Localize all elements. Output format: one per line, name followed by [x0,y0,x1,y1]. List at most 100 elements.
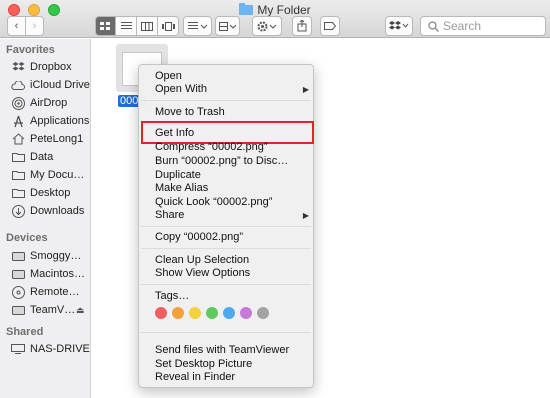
menu-item-clean-up-selection[interactable]: Clean Up Selection [155,254,249,267]
disc-icon [11,285,25,299]
sidebar-item-remote-disc[interactable]: Remote… [11,284,80,300]
menu-item-copy[interactable]: Copy “00002.png” [155,231,243,244]
eject-icon[interactable]: ⏏ [76,305,85,316]
dropbox-icon [389,21,409,30]
sidebar-item-my-documents[interactable]: My Docu… [11,167,84,183]
cloud-icon [11,78,25,92]
server-icon [11,342,25,356]
menu-item-burn-to-disc[interactable]: Burn “00002.png” to Disc… [155,155,288,168]
submenu-arrow-icon: ▶ [302,85,309,94]
tag-icon [324,22,336,30]
window-title-area: My Folder [0,3,550,17]
share-button[interactable] [292,16,312,36]
tag-color-row [155,307,269,319]
menu-item-reveal-in-finder[interactable]: Reveal in Finder [155,371,235,384]
sidebar-item-label: TeamV… [30,304,76,316]
sidebar-item-desktop[interactable]: Desktop [11,185,70,201]
menu-item-make-alias[interactable]: Make Alias [155,182,208,195]
sidebar-item-label: Smoggy… [30,250,82,262]
drive-icon [11,303,25,317]
context-menu: Open Open With ▶ Move to Trash Get Info C… [138,64,314,388]
tag-purple-dot[interactable] [240,307,252,319]
coverflow-view-button[interactable] [158,16,179,36]
search-placeholder: Search [443,19,482,33]
sidebar-item-smoggy[interactable]: Smoggy… [11,248,81,264]
dropbox-icon [11,60,25,74]
column-view-icon [141,21,153,31]
search-icon [428,21,439,32]
tag-red-dot[interactable] [155,307,167,319]
menu-item-open-with[interactable]: Open With ▶ [155,83,309,96]
search-field[interactable]: Search [420,16,546,36]
sidebar-item-data[interactable]: Data [11,149,53,165]
sidebar-item-petelong1[interactable]: PeteLong1 [11,131,83,147]
sidebar-item-macintosh[interactable]: Macintos… [11,266,85,282]
sidebar-item-applications[interactable]: Applications [11,113,89,129]
menu-item-get-info[interactable]: Get Info [155,127,194,140]
menu-item-share[interactable]: Share ▶ [155,209,309,222]
devices-heading: Devices [6,232,48,244]
icon-view-button[interactable] [95,16,116,36]
menu-item-quick-look[interactable]: Quick Look “00002.png” [155,196,272,209]
action-button[interactable] [252,16,282,36]
list-view-button[interactable] [116,16,137,36]
tag-button[interactable] [320,16,340,36]
menu-item-duplicate[interactable]: Duplicate [155,169,201,182]
menu-item-compress[interactable]: Compress “00002.png” [155,141,268,154]
menu-separator [141,284,311,285]
menu-separator [141,226,311,227]
tag-gray-dot[interactable] [257,307,269,319]
sidebar-item-dropbox[interactable]: Dropbox [11,59,72,75]
airdrop-icon [11,96,25,110]
tag-orange-dot[interactable] [172,307,184,319]
menu-item-send-with-teamviewer[interactable]: Send files with TeamViewer [155,344,289,357]
sidebar-item-downloads[interactable]: Downloads [11,203,84,219]
drive-icon [11,249,25,263]
sidebar-item-label: Desktop [30,187,71,199]
group-icon [219,21,236,31]
menu-item-set-desktop-picture[interactable]: Set Desktop Picture [155,358,252,371]
applications-icon [11,114,25,128]
sidebar-item-label: Macintos… [30,268,86,280]
column-view-button[interactable] [137,16,158,36]
folder-icon [11,168,25,182]
tag-blue-dot[interactable] [223,307,235,319]
sidebar-item-teamviewer[interactable]: TeamV… [11,302,75,318]
sidebar-item-airdrop[interactable]: AirDrop [11,95,67,111]
folder-icon [239,3,254,15]
sidebar-item-nas-drive[interactable]: NAS-DRIVE [11,341,90,357]
sidebar-item-label: Applications [30,115,90,127]
action-gear-icon [257,21,277,31]
menu-item-tags[interactable]: Tags… [155,290,189,303]
sidebar-item-label: AirDrop [30,97,68,109]
dropbox-toolbar-button[interactable] [385,16,413,36]
back-button[interactable]: ‹ [7,16,26,36]
sidebar: Favorites Dropbox iCloud Drive AirDrop A… [0,39,91,398]
menu-separator [141,332,311,333]
shared-heading: Shared [6,326,44,338]
sidebar-item-label: Dropbox [30,61,72,73]
favorites-heading: Favorites [6,44,55,56]
menu-item-show-view-options[interactable]: Show View Options [155,267,250,280]
menu-separator [141,248,311,249]
forward-button[interactable]: › [25,16,44,36]
menu-item-move-to-trash[interactable]: Move to Trash [155,106,225,119]
folder-icon [11,186,25,200]
share-icon [297,20,307,32]
downloads-icon [11,204,25,218]
sidebar-item-label: NAS-DRIVE [30,343,90,355]
group-button[interactable] [215,16,240,36]
window-title: My Folder [257,3,311,17]
menu-item-open[interactable]: Open [155,70,309,83]
sidebar-item-label: PeteLong1 [30,133,84,145]
arrange-icon [187,21,207,29]
sidebar-item-icloud-drive[interactable]: iCloud Drive [11,77,90,93]
tag-yellow-dot[interactable] [189,307,201,319]
list-view-icon [120,21,132,29]
sidebar-item-label: Downloads [30,205,85,217]
sidebar-item-label: Data [30,151,54,163]
view-mode-group [95,16,179,36]
arrange-button[interactable] [183,16,212,36]
back-icon: ‹ [14,20,19,32]
tag-green-dot[interactable] [206,307,218,319]
